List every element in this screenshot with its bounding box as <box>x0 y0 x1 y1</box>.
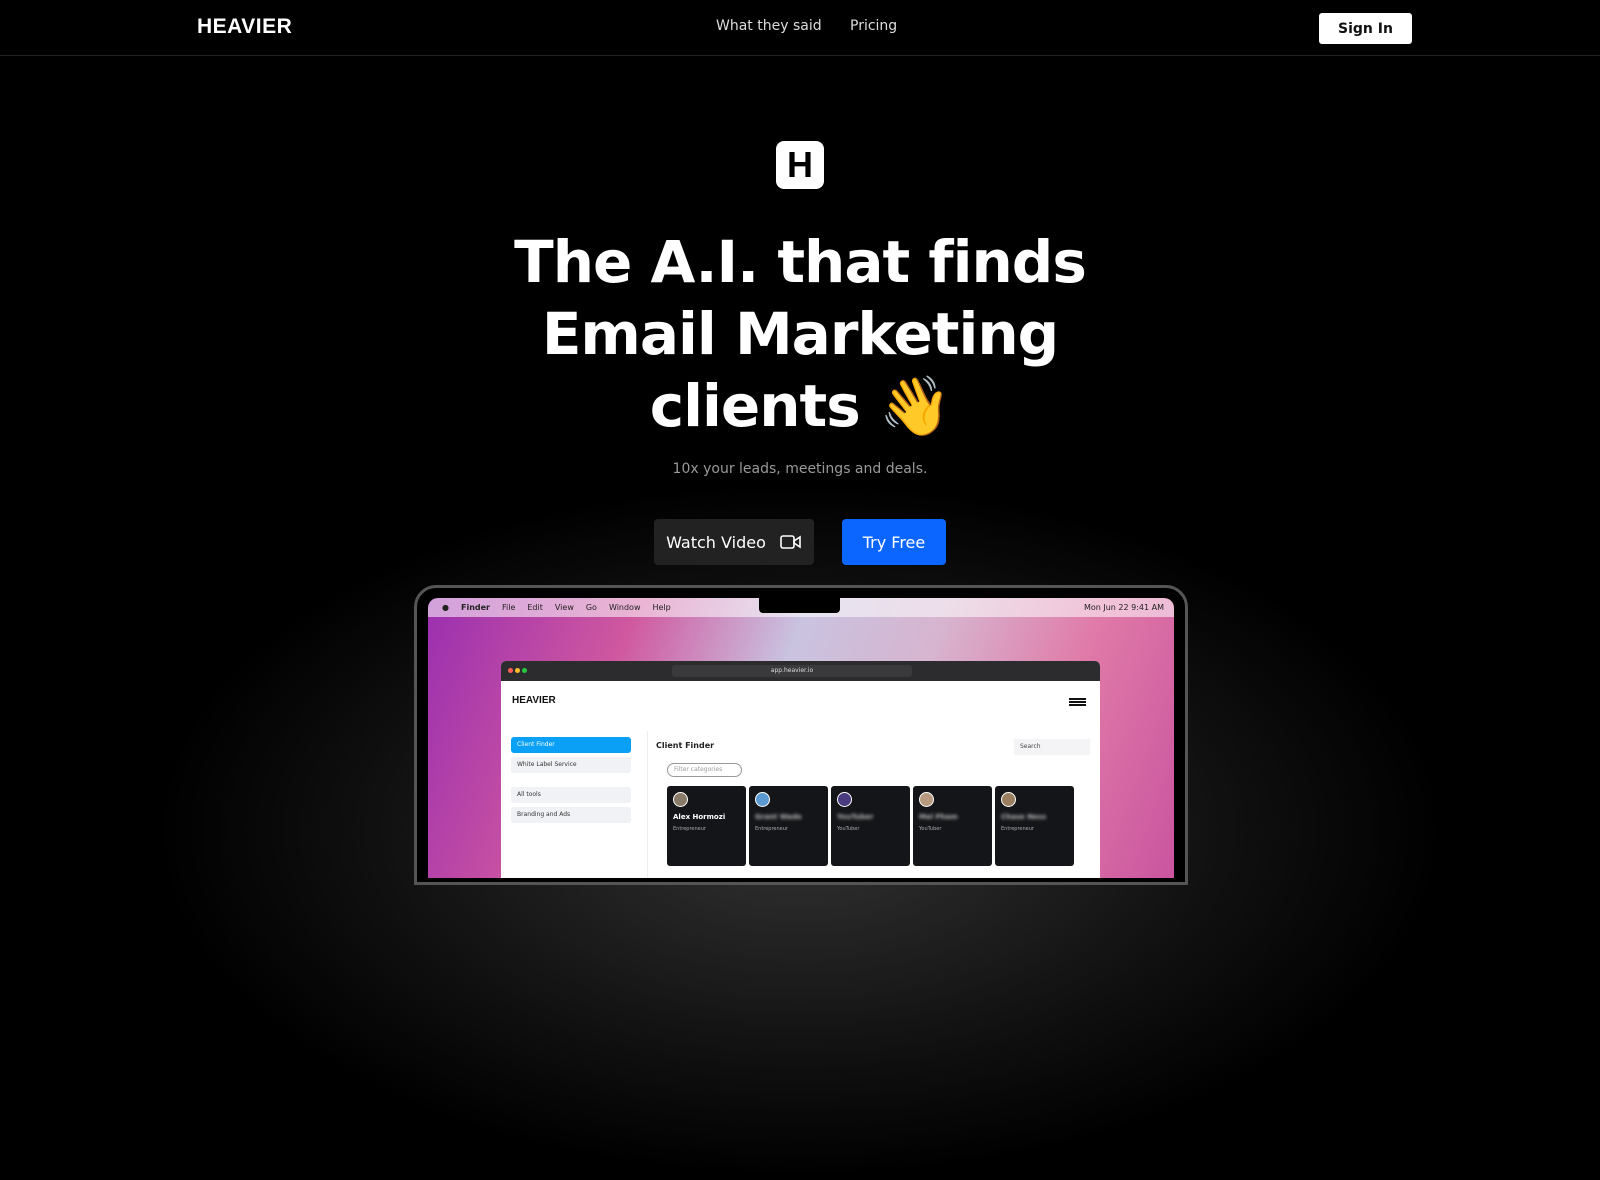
card-role: YouTuber <box>919 826 942 832</box>
filter-categories: Filter categories <box>667 763 742 777</box>
card-role: Entrepreneur <box>755 826 788 832</box>
card-name: Grant Wade <box>755 813 802 821</box>
client-card: Alex Hormozi Entrepreneur <box>667 786 746 866</box>
client-card: YouTuber YouTuber <box>831 786 910 866</box>
menu-item: View <box>554 603 574 612</box>
menu-item: File <box>501 603 516 612</box>
headline-line: The A.I. that finds <box>514 228 1087 296</box>
brand-logo[interactable]: HEAVIER <box>197 15 292 39</box>
avatar <box>755 792 770 807</box>
headline-line: Email Marketing <box>541 300 1059 368</box>
menubar-clock: Mon Jun 22 9:41 AM <box>1083 603 1164 612</box>
video-camera-icon <box>780 535 801 549</box>
minimize-dot-icon <box>515 668 520 673</box>
client-card: Mel Pham YouTuber <box>913 786 992 866</box>
avatar <box>837 792 852 807</box>
app-main: Client Finder Search Filter categories A… <box>647 731 1100 878</box>
browser-toolbar: app.heavier.io <box>501 661 1100 681</box>
try-free-button[interactable]: Try Free <box>842 519 946 565</box>
headline-line: clients 👋 <box>649 372 951 440</box>
laptop-mockup: ● Finder File Edit View Go Window Help M… <box>414 585 1188 885</box>
client-card: Chase Ness Entrepreneur <box>995 786 1074 866</box>
laptop-screen: ● Finder File Edit View Go Window Help M… <box>428 598 1174 878</box>
sidebar-item-all-tools: All tools <box>511 787 631 803</box>
top-nav: HEAVIER What they said Pricing Sign In <box>0 0 1600 56</box>
client-card: Grant Wade Entrepreneur <box>749 786 828 866</box>
watch-video-button[interactable]: Watch Video <box>654 519 814 565</box>
card-name: YouTuber <box>837 813 874 821</box>
nav-link-pricing[interactable]: Pricing <box>850 18 897 34</box>
card-role: YouTuber <box>837 826 860 832</box>
card-name: Mel Pham <box>919 813 958 821</box>
browser-window: app.heavier.io HEAVIER Client Finder Whi… <box>501 661 1100 878</box>
avatar <box>919 792 934 807</box>
app-logo: HEAVIER <box>512 695 556 706</box>
sidebar-item-white-label: White Label Service <box>511 757 631 773</box>
apple-icon: ● <box>442 603 449 612</box>
card-role: Entrepreneur <box>673 826 706 832</box>
client-finder-title: Client Finder <box>656 741 715 750</box>
close-dot-icon <box>508 668 513 673</box>
card-name: Alex Hormozi <box>673 813 726 821</box>
menu-item: Window <box>608 603 641 612</box>
menu-item: Help <box>652 603 671 612</box>
watch-video-label: Watch Video <box>666 532 766 552</box>
maximize-dot-icon <box>522 668 527 673</box>
hero-logo-icon: H <box>776 141 824 189</box>
nav-link-testimonials[interactable]: What they said <box>716 18 822 34</box>
app-search: Search <box>1014 739 1090 755</box>
url-bar: app.heavier.io <box>672 665 912 677</box>
sidebar-item-branding: Branding and Ads <box>511 807 631 823</box>
sign-in-button[interactable]: Sign In <box>1319 13 1412 44</box>
app-sidebar: Client Finder White Label Service All to… <box>511 737 631 827</box>
hero-headline: The A.I. that finds Email Marketing clie… <box>450 226 1150 442</box>
avatar <box>673 792 688 807</box>
menu-item: Edit <box>527 603 543 612</box>
card-role: Entrepreneur <box>1001 826 1034 832</box>
card-name: Chase Ness <box>1001 813 1047 821</box>
menu-item: Finder <box>460 603 490 612</box>
hamburger-menu-icon <box>1069 698 1086 706</box>
camera-notch <box>759 598 840 613</box>
avatar <box>1001 792 1016 807</box>
sidebar-item-client-finder: Client Finder <box>511 737 631 753</box>
menu-item: Go <box>585 603 597 612</box>
hero-subtitle: 10x your leads, meetings and deals. <box>672 461 928 477</box>
